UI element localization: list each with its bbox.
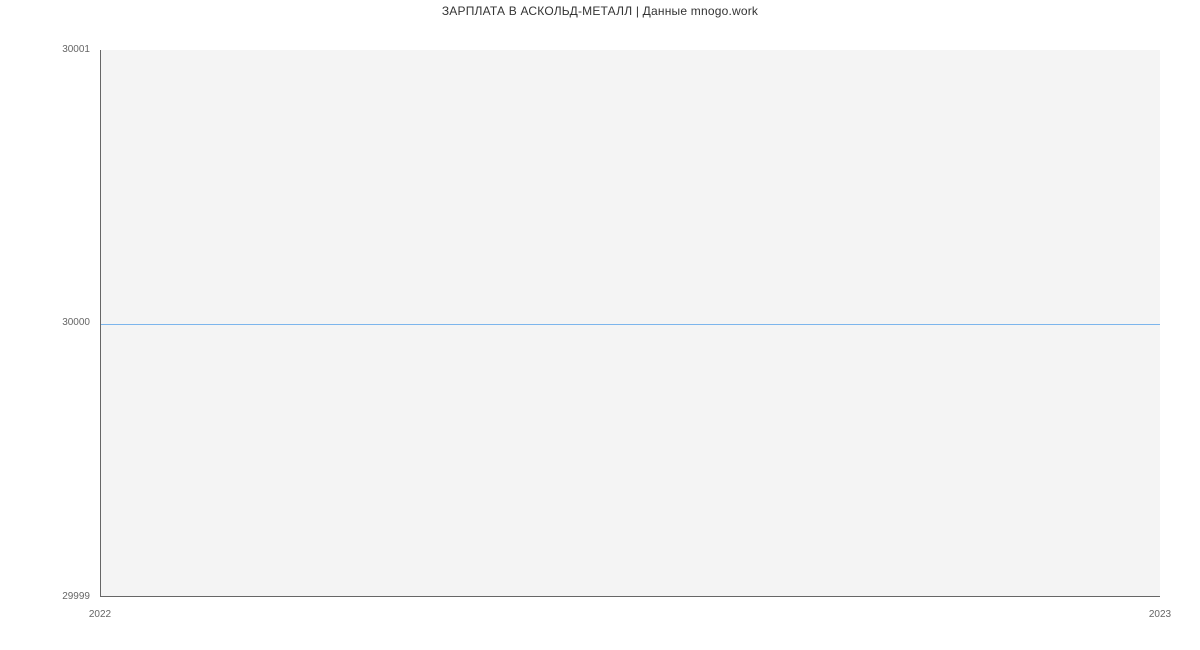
y-tick-label: 30000 xyxy=(0,318,90,328)
x-tick-label: 2022 xyxy=(89,610,111,620)
y-tick-label: 30001 xyxy=(0,45,90,55)
y-tick-label: 29999 xyxy=(0,592,90,602)
chart-title: ЗАРПЛАТА В АСКОЛЬД-МЕТАЛЛ | Данные mnogo… xyxy=(0,4,1200,18)
x-tick-label: 2023 xyxy=(1149,610,1171,620)
series-line-salary xyxy=(101,324,1160,325)
plot-area xyxy=(100,50,1160,597)
salary-chart: ЗАРПЛАТА В АСКОЛЬД-МЕТАЛЛ | Данные mnogo… xyxy=(0,0,1200,650)
